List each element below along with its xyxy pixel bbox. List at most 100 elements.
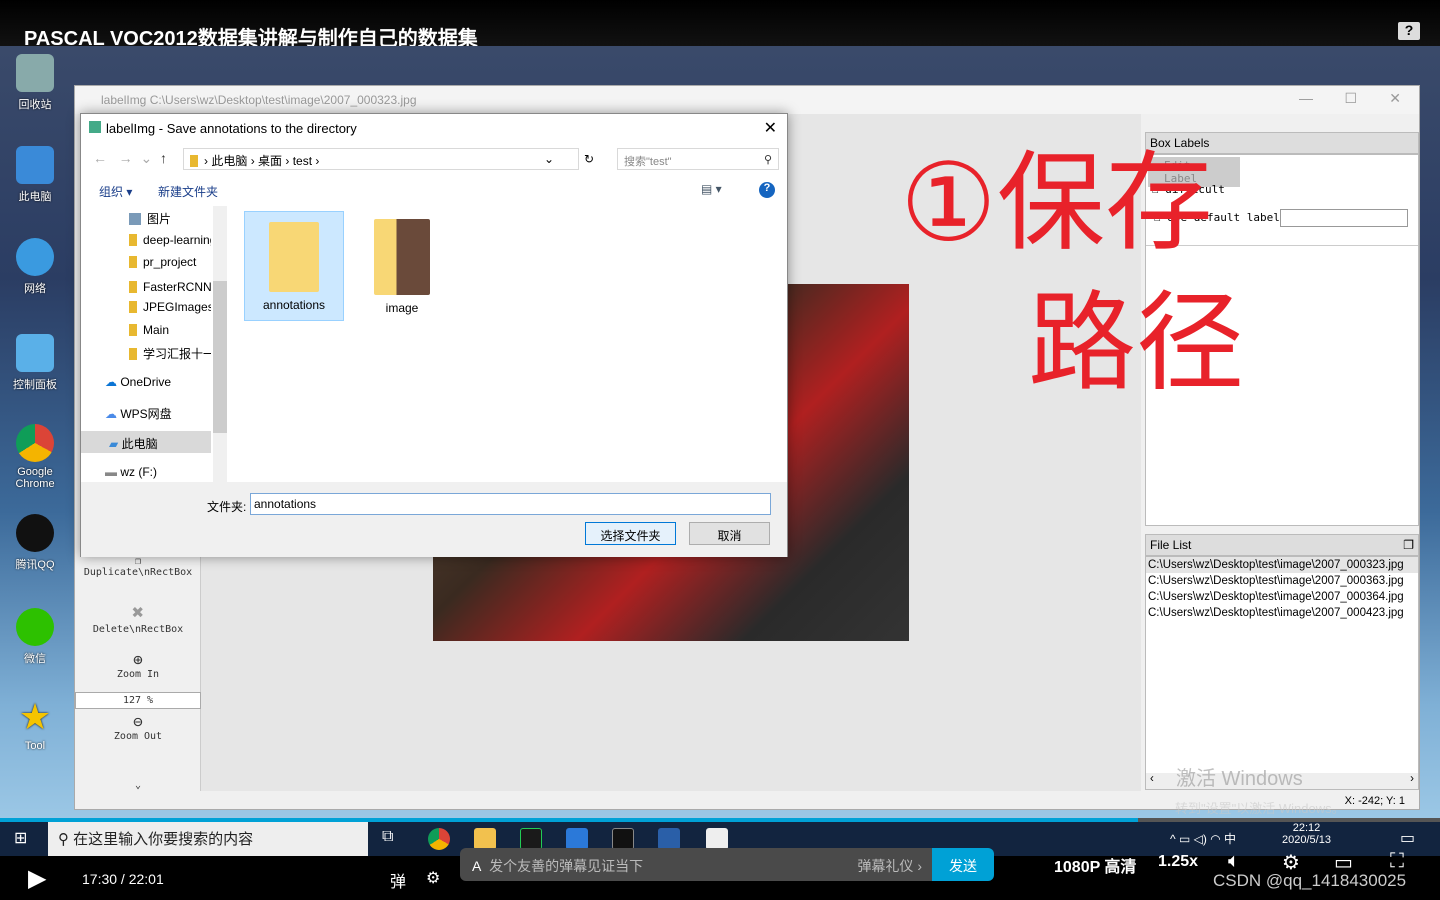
nav-item-drive-f[interactable]: ▬ wz (F:)	[81, 461, 211, 483]
system-tray-icons[interactable]: ^ ▭ ◁) ◠ 中	[1170, 830, 1236, 847]
folder-label: 文件夹:	[207, 500, 247, 514]
help-icon[interactable]: ?	[1398, 22, 1420, 40]
nav-item[interactable]: Main	[81, 319, 211, 341]
danmaku-toggle-icon[interactable]: 弹	[390, 868, 406, 892]
nav-item[interactable]: pr_project	[81, 251, 211, 273]
handwritten-annotation: ①保存 路径	[900, 141, 1244, 406]
zoom-value[interactable]: 127 %	[75, 692, 201, 709]
pycharm-taskbar-icon[interactable]	[520, 828, 542, 850]
app-icon	[89, 121, 101, 133]
start-button[interactable]: ⊞	[14, 828, 27, 848]
view-options-icon[interactable]: ▤ ▾	[701, 182, 722, 196]
folder-icon	[269, 222, 319, 292]
close-button[interactable]: ✕	[1389, 90, 1401, 107]
computer-icon: ▰	[109, 437, 119, 451]
maximize-button[interactable]: ☐	[1344, 90, 1357, 107]
nav-item[interactable]: 学习汇报十一	[81, 341, 211, 363]
folder-item-image[interactable]: image	[352, 211, 452, 321]
help-icon[interactable]: ?	[759, 182, 775, 198]
video-player-controls: ▶ 17:30 / 22:01 弹 ⚙ A 发个友善的弹幕见证当下 弹幕礼仪 › …	[0, 848, 1440, 900]
play-button[interactable]: ▶	[28, 864, 46, 893]
desktop-icon-wechat[interactable]: 微信	[4, 608, 66, 666]
more-tools-chevron-icon[interactable]: ⌄	[75, 780, 201, 791]
file-list-item[interactable]: C:\Users\wz\Desktop\test\image\2007_0003…	[1146, 589, 1418, 605]
taskbar-search[interactable]: ⚲ 在这里输入你要搜索的内容	[48, 822, 368, 856]
file-list-item[interactable]: C:\Users\wz\Desktop\test\image\2007_0003…	[1146, 573, 1418, 589]
desktop-icon-recycle-bin[interactable]: 回收站	[4, 54, 66, 112]
activate-windows-hint: 转到"设置"以激活 Windows。	[1175, 801, 1345, 816]
danmaku-settings-icon[interactable]: ⚙	[426, 868, 440, 888]
nav-scrollbar[interactable]	[213, 206, 227, 482]
nav-item-this-pc[interactable]: ▰ 此电脑	[81, 431, 211, 453]
clock[interactable]: 22:12 2020/5/13	[1282, 822, 1331, 846]
zoom-out-icon: ⊖	[133, 712, 143, 731]
folder-item-annotations[interactable]: annotations	[244, 211, 344, 321]
fullscreen-icon[interactable]: ⛶	[1390, 850, 1404, 873]
word-taskbar-icon[interactable]	[566, 828, 588, 850]
volume-icon[interactable]: 🔈︎	[1228, 850, 1240, 873]
annotation-line2: 路径	[1028, 281, 1244, 406]
nav-item[interactable]: deep-learning	[81, 229, 211, 251]
video-progress-fill	[0, 818, 1138, 822]
up-button[interactable]: ↑	[160, 150, 167, 166]
desktop-icon-qq[interactable]: 腾讯QQ	[4, 514, 66, 572]
chrome-taskbar-icon[interactable]	[428, 828, 450, 850]
navigation-pane: 图片 deep-learning pr_project FasterRCNN理论…	[81, 206, 227, 483]
annotation-line1: ①保存	[900, 141, 1213, 266]
terminal-taskbar-icon[interactable]	[612, 828, 634, 850]
dialog-footer: 文件夹: 选择文件夹 取消	[81, 482, 787, 557]
delete-rectbox-button[interactable]: ✖ Delete\nRectBox	[75, 600, 201, 635]
nav-item-onedrive[interactable]: ☁ OneDrive	[81, 371, 211, 393]
select-folder-button[interactable]: 选择文件夹	[585, 522, 676, 545]
float-panel-icon[interactable]: ❐	[1403, 538, 1414, 552]
default-label-input[interactable]	[1280, 209, 1408, 227]
speed-selector[interactable]: 1.25x	[1158, 853, 1198, 871]
video-title-bar: PASCAL VOC2012数据集讲解与制作自己的数据集 ?	[0, 0, 1440, 50]
search-input[interactable]: 搜索"test" ⚲	[617, 148, 779, 170]
forward-button[interactable]: →	[119, 150, 133, 166]
task-view-icon[interactable]: ⧉	[382, 828, 393, 846]
file-list-header: File List ❐	[1145, 534, 1419, 556]
minimize-button[interactable]: —	[1299, 90, 1313, 106]
zoom-out-button[interactable]: ⊖ Zoom Out	[75, 712, 201, 742]
dialog-close-button[interactable]: ✕	[764, 118, 777, 138]
notification-icon[interactable]: ▭	[1400, 828, 1415, 848]
breadcrumb[interactable]: › 此电脑 › 桌面 › test › ⌄ ↻	[183, 148, 594, 170]
new-folder-button[interactable]: 新建文件夹	[158, 183, 218, 200]
desktop-icon-tool[interactable]: ★ Tool	[4, 698, 66, 753]
delete-icon: ✖	[131, 600, 145, 624]
refresh-icon[interactable]: ↻	[584, 152, 594, 166]
danmaku-etiquette-link[interactable]: 弹幕礼仪 ›	[857, 856, 922, 876]
desktop-icon-this-pc[interactable]: 此电脑	[4, 146, 66, 204]
desktop-icon-control-panel[interactable]: 控制面板	[4, 334, 66, 392]
file-list-item[interactable]: C:\Users\wz\Desktop\test\image\2007_0004…	[1146, 605, 1418, 621]
video-progress-bar[interactable]	[0, 818, 1440, 822]
nav-arrows: ← → ⌄ ↑	[93, 150, 167, 166]
activate-windows-watermark: 激活 Windows	[1176, 768, 1303, 790]
danmaku-input[interactable]: A 发个友善的弹幕见证当下 弹幕礼仪 ›	[460, 848, 932, 881]
labelimg-taskbar-icon[interactable]	[706, 828, 728, 850]
zoom-in-button[interactable]: ⊕ Zoom In	[75, 650, 201, 680]
desktop-icon-chrome[interactable]: Google Chrome	[4, 424, 66, 490]
explorer-taskbar-icon[interactable]	[474, 828, 496, 850]
nav-item[interactable]: JPEGImages	[81, 296, 211, 318]
folder-name-input[interactable]	[250, 493, 771, 515]
duplicate-rectbox-button[interactable]: ❐ Duplicate\nRectBox	[75, 556, 201, 578]
organize-menu[interactable]: 组织 ▾	[99, 183, 132, 200]
send-button[interactable]: 发送	[932, 848, 994, 881]
save-directory-dialog: labelImg - Save annotations to the direc…	[80, 113, 788, 557]
file-list: C:\Users\wz\Desktop\test\image\2007_0003…	[1145, 556, 1419, 790]
cancel-button[interactable]: 取消	[689, 522, 770, 545]
file-list-item[interactable]: C:\Users\wz\Desktop\test\image\2007_0003…	[1146, 557, 1418, 573]
folder-icon	[374, 219, 430, 295]
labelimg-title: labelImg C:\Users\wz\Desktop\test\image\…	[75, 86, 1419, 114]
nav-item[interactable]: FasterRCNN理论	[81, 274, 211, 296]
quality-selector[interactable]: 1080P 高清	[1054, 853, 1136, 877]
nav-item[interactable]: 图片	[81, 206, 211, 228]
csdn-watermark: CSDN @qq_1418430025	[1213, 871, 1407, 890]
desktop-icon-network[interactable]: 网络	[4, 238, 66, 296]
playback-time: 17:30 / 22:01	[82, 871, 164, 887]
back-button[interactable]: ←	[93, 150, 107, 166]
powershell-taskbar-icon[interactable]	[658, 828, 680, 850]
nav-item-wps[interactable]: ☁ WPS网盘	[81, 401, 211, 423]
